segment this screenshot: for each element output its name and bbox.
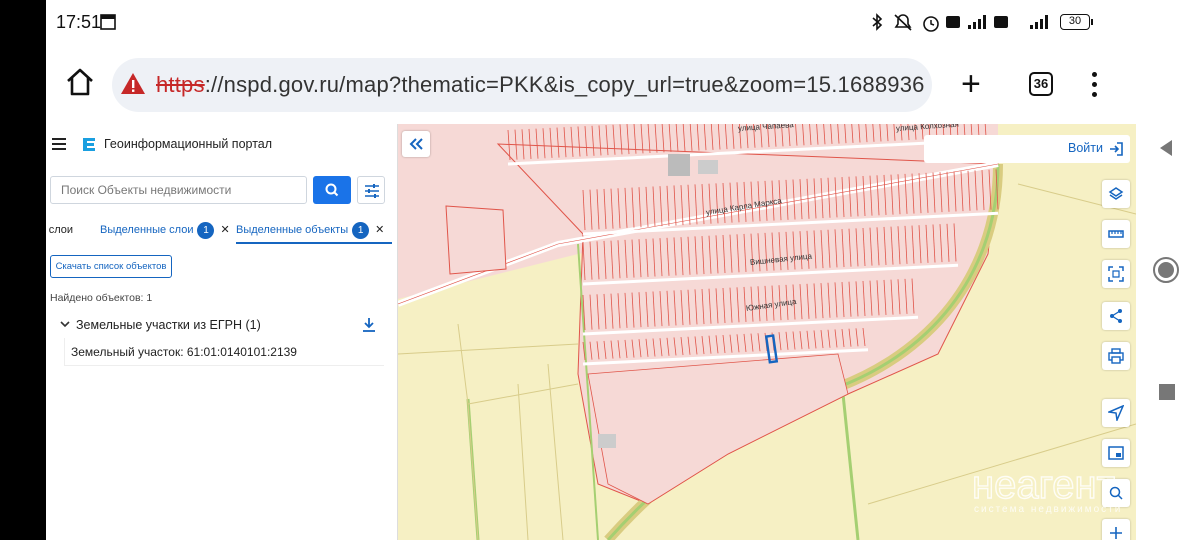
ruler-button[interactable]	[1102, 220, 1130, 248]
share-button[interactable]	[1102, 302, 1130, 330]
select-area-icon	[1108, 266, 1124, 282]
tab-selected-layers-label: Выделенные слои	[100, 224, 194, 236]
overflow-menu-button[interactable]	[1092, 72, 1098, 98]
tab-layers[interactable]: слои	[46, 216, 73, 244]
minimap-icon	[1108, 446, 1124, 460]
panel-tabs: слои Выделенные слои1✕ Выделенные объект…	[46, 216, 398, 244]
zoom-in-button[interactable]	[1102, 519, 1130, 540]
screenshot-icon	[100, 14, 116, 30]
tab-selected-layers[interactable]: Выделенные слои 1 ✕	[100, 216, 230, 244]
filter-button[interactable]	[357, 176, 385, 204]
phone-screen: 17:51 30 https://nspd.gov.ru/map?themati…	[46, 0, 1136, 540]
cadastral-map[interactable]: улица Карла Маркса Вишневая улица Южная …	[398, 124, 1136, 540]
warning-icon[interactable]	[120, 71, 146, 97]
portal-logo-icon	[83, 138, 95, 151]
mute-icon	[894, 14, 912, 31]
watermark-text: неагент	[972, 463, 1115, 506]
watermark-logo: неагент	[972, 462, 1116, 506]
geolocation-button[interactable]	[1102, 399, 1130, 427]
battery-icon: 30	[1060, 14, 1093, 30]
login-label: Войти	[1068, 141, 1103, 155]
result-group-header[interactable]: Земельные участки из ЕГРН (1)	[60, 316, 380, 336]
layers-button[interactable]	[1102, 180, 1130, 208]
home-circle-icon[interactable]	[1152, 256, 1180, 284]
watermark-tagline: система недвижимости	[974, 504, 1123, 515]
tab-switcher-button[interactable]: 36	[1029, 72, 1053, 96]
login-icon	[1110, 142, 1123, 156]
recents-icon[interactable]	[1158, 383, 1176, 401]
tab-selected-objects[interactable]: Выделенные объекты 1 ✕	[236, 216, 393, 244]
bluetooth-icon	[872, 13, 883, 31]
android-navigation-bar	[1136, 0, 1200, 540]
filter-sliders-icon	[365, 184, 379, 198]
home-icon[interactable]	[64, 66, 96, 98]
count-badge: 1	[352, 221, 370, 239]
browser-toolbar: https://nspd.gov.ru/map?thematic=PKK&is_…	[46, 46, 1136, 124]
download-icon[interactable]	[362, 317, 376, 333]
status-clock: 17:51	[56, 12, 102, 32]
navigation-arrow-icon	[1108, 405, 1124, 421]
plus-icon	[1110, 527, 1122, 539]
search-input[interactable]	[50, 176, 307, 204]
print-icon	[1108, 348, 1124, 364]
tab-selected-objects-label: Выделенные объекты	[236, 224, 349, 236]
count-badge: 1	[197, 221, 215, 239]
status-bar: 17:51 30	[46, 0, 1136, 46]
search-button[interactable]	[313, 176, 351, 204]
login-button[interactable]: Войти	[924, 135, 1130, 163]
alarm-icon	[923, 16, 939, 32]
layers-icon	[1108, 187, 1124, 200]
close-icon[interactable]: ✕	[375, 224, 384, 236]
select-area-button[interactable]	[1102, 260, 1130, 288]
url-path: ://nspd.gov.ru/map?thematic=PKK&is_copy_…	[204, 72, 925, 97]
result-list-item[interactable]: Земельный участок: 61:01:0140101:2139	[64, 338, 384, 366]
chevron-down-icon	[60, 321, 70, 328]
search-icon	[325, 183, 339, 197]
print-button[interactable]	[1102, 342, 1130, 370]
new-tab-button[interactable]: +	[961, 67, 981, 101]
portal-title: Геоинформационный портал	[104, 137, 273, 151]
back-icon[interactable]	[1156, 138, 1176, 158]
signal-icon	[946, 15, 1008, 29]
address-bar[interactable]: https://nspd.gov.ru/map?thematic=PKK&is_…	[112, 58, 932, 112]
result-group-label: Земельные участки из ЕГРН (1)	[76, 318, 261, 332]
hamburger-menu-icon[interactable]	[52, 138, 66, 150]
side-panel: Геоинформационный портал слои Выделенные…	[46, 124, 398, 540]
close-icon[interactable]: ✕	[220, 224, 229, 236]
signal-icon-2	[1030, 15, 1048, 29]
tab-layers-label: слои	[48, 224, 74, 236]
ruler-icon	[1108, 230, 1124, 238]
url-text[interactable]: https://nspd.gov.ru/map?thematic=PKK&is_…	[156, 72, 925, 98]
collapse-panel-button[interactable]	[402, 131, 430, 157]
double-chevron-left-icon	[409, 138, 423, 150]
download-list-button[interactable]: Скачать список объектов	[50, 255, 172, 278]
share-icon	[1110, 309, 1122, 323]
found-count: Найдено объектов: 1	[50, 292, 153, 304]
url-scheme: https	[156, 72, 205, 97]
